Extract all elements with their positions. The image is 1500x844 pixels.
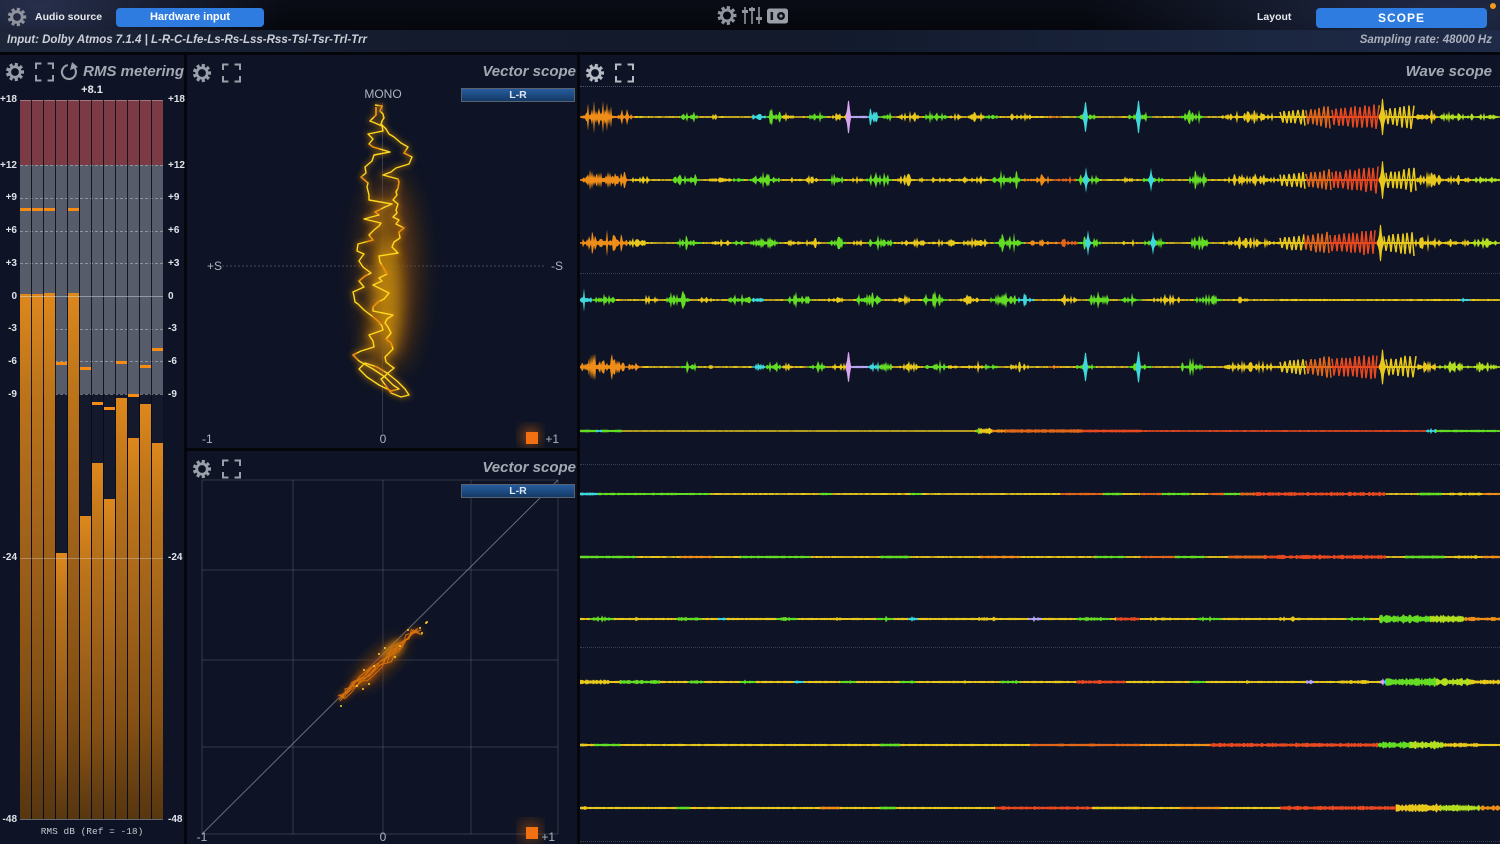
svg-text:+S: +S [207,259,222,273]
svg-text:-1: -1 [197,830,208,844]
svg-text:-S: -S [551,259,563,273]
svg-text:+1: +1 [545,432,559,446]
svg-text:+1: +1 [541,830,555,844]
svg-text:-1: -1 [202,432,213,446]
svg-text:0: 0 [380,432,387,446]
svg-text:MONO: MONO [364,87,401,101]
svg-text:0: 0 [380,830,387,844]
